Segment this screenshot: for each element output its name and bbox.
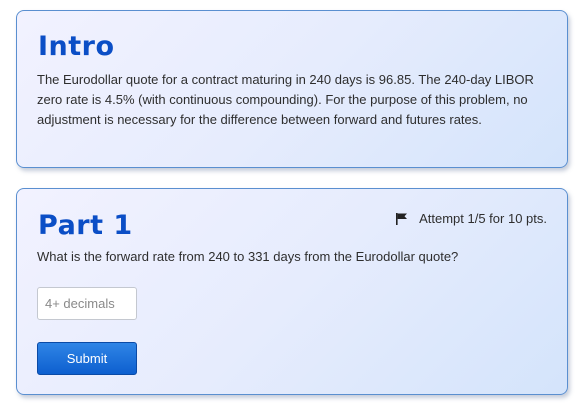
attempt-text: Attempt 1/5 for 10 pts.	[419, 211, 547, 226]
part-1-card: Part 1 Attempt 1/5 for 10 pts. What is t…	[16, 188, 568, 395]
attempt-info: Attempt 1/5 for 10 pts.	[395, 211, 547, 226]
intro-text: The Eurodollar quote for a contract matu…	[37, 72, 534, 127]
intro-card: Intro The Eurodollar quote for a contrac…	[16, 10, 568, 168]
answer-input[interactable]	[37, 287, 137, 320]
part-1-title: Part 1	[38, 210, 133, 241]
intro-title: Intro	[38, 31, 115, 62]
flag-icon	[396, 212, 408, 225]
submit-button[interactable]: Submit	[37, 342, 137, 375]
question-text: What is the forward rate from 240 to 331…	[37, 249, 459, 264]
